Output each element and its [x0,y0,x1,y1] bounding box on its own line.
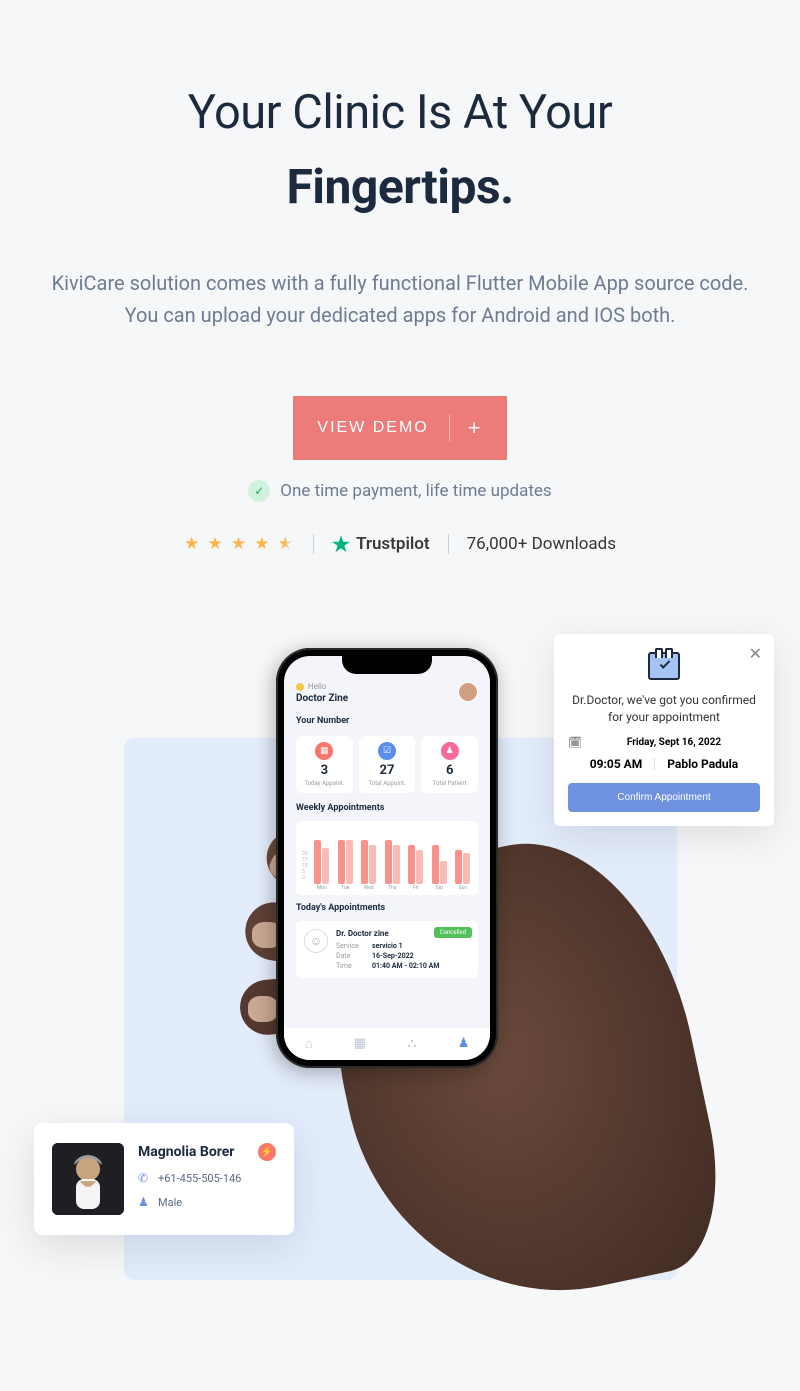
stat-value: 3 [300,763,349,778]
stat-value: 27 [363,763,412,778]
stat-label: Today Appoint. [300,780,349,787]
doctor-name: Doctor Zine [296,693,348,704]
demo-button-label: VIEW DEMO [317,419,428,437]
payment-note-row: ✓ One time payment, life time updates [30,480,770,502]
stat-value: 6 [425,763,474,778]
user-icon: ♟ [441,742,459,760]
patient-phone: +61-455-505-146 [158,1172,241,1185]
avatar[interactable] [458,682,478,702]
phone-notch [342,656,432,674]
payment-note: One time payment, life time updates [280,481,551,501]
nav-profile-icon[interactable]: ♟ [458,1036,470,1052]
stat-card-total-appt[interactable]: ☑ 27 Total Appoint. [359,736,416,793]
confirm-message: Dr.Doctor, we've got you confirmed for y… [568,692,760,726]
section-your-number: Your Number [284,712,490,730]
stat-card-today[interactable]: ▦ 3 Today Appoint. [296,736,353,793]
check-icon: ✓ [248,480,270,502]
calendar-confirmed-icon [648,652,680,680]
confirm-patient: Pablo Padula [667,757,738,771]
separator [449,415,450,441]
nav-home-icon[interactable]: ⌂ [305,1036,313,1052]
confirm-date: Friday, Sept 16, 2022 [588,737,760,748]
bottom-nav: ⌂ ▦ ⛬ ♟ [284,1028,490,1060]
view-demo-button[interactable]: VIEW DEMO + [293,396,506,460]
separator [448,534,449,554]
close-icon[interactable]: ✕ [749,644,762,663]
section-weekly: Weekly Appointments [284,799,490,817]
nav-patients-icon[interactable]: ⛬ [407,1036,416,1052]
phone-mockup: Hello Doctor Zine Your Number ▦ 3 Today … [276,648,498,1068]
calendar-icon: 🗓 [568,736,582,749]
appt-service: servicio 1 [372,942,403,950]
alert-icon: ⚡ [258,1143,276,1161]
nav-calendar-icon[interactable]: ▦ [354,1036,366,1052]
plus-icon: + [468,415,483,441]
phone-icon: ✆ [138,1171,150,1185]
star-rating: ★ ★ ★ ★ ★ [184,534,295,554]
appt-time: 01:40 AM - 02:10 AM [372,962,439,970]
patient-card: Magnolia Borer ⚡ ✆ +61-455-505-146 ♟ Male [34,1123,294,1235]
hero-title-line2: Fingertips. [30,158,770,215]
stat-label: Total Appoint. [363,780,412,787]
user-icon: ♟ [138,1195,150,1209]
patient-gender: Male [158,1196,182,1209]
trustpilot-badge: ★ Trustpilot [332,532,430,556]
confirm-appointment-card: ✕ Dr.Doctor, we've got you confirmed for… [554,634,774,826]
calendar-icon: ▦ [315,742,333,760]
separator [313,534,314,554]
downloads-count: 76,000+ Downloads [467,534,616,554]
patient-name: Magnolia Borer [138,1144,234,1160]
weekly-chart: 20151050 MonTueWedThuFriSatSun [296,821,478,895]
wave-icon [296,683,304,691]
status-badge: Cancelled [434,927,472,938]
appt-date: 16-Sep-2022 [372,952,414,960]
avatar-placeholder: ☺ [304,929,328,953]
trustpilot-star-icon: ★ [332,532,350,556]
stat-label: Total Patient [425,780,474,787]
confirm-appointment-button[interactable]: Confirm Appointment [568,783,760,812]
hero-title-line1: Your Clinic Is At Your [30,85,770,140]
section-today: Today's Appointments [284,899,490,917]
appointment-card[interactable]: Cancelled ☺ Dr. Doctor zine Serviceservi… [296,921,478,978]
greeting: Hello [296,682,348,691]
stat-card-patients[interactable]: ♟ 6 Total Patient [421,736,478,793]
calendar-check-icon: ☑ [378,742,396,760]
confirm-time: 09:05 AM [590,757,642,771]
patient-photo [52,1143,124,1215]
trustpilot-label: Trustpilot [356,534,430,554]
hero-subtitle: KiviCare solution comes with a fully fun… [30,267,770,331]
separator [654,758,655,770]
